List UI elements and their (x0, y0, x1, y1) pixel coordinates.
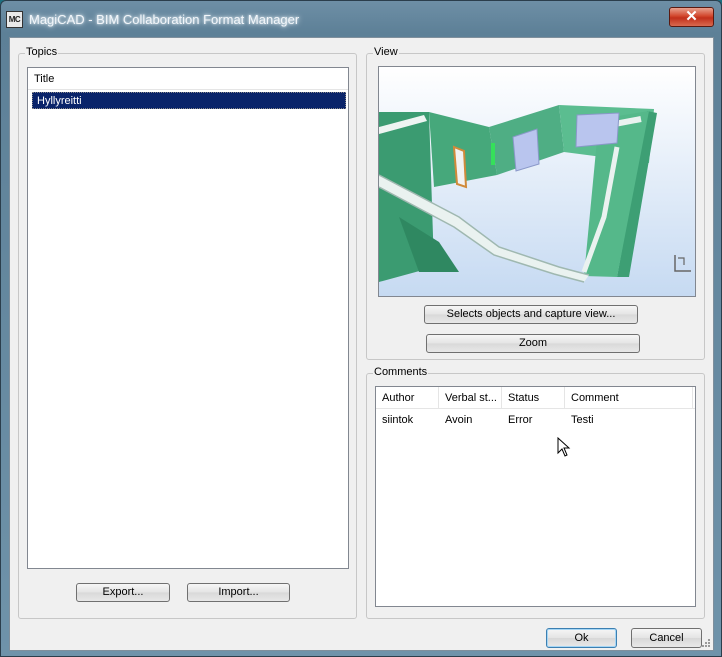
ok-button[interactable]: Ok (546, 628, 617, 648)
view-group: View Selects objects and capture view...… (366, 46, 705, 360)
capture-view-button[interactable]: Selects objects and capture view... (424, 305, 638, 324)
comments-group: Comments Author Verbal st... Status Comm… (366, 366, 705, 619)
topics-legend: Topics (25, 46, 59, 58)
table-row[interactable]: siintok Avoin Error Testi (376, 387, 695, 431)
cell-verbal-status: Avoin (445, 414, 473, 426)
comments-legend: Comments (373, 366, 429, 378)
title-bar[interactable]: MC MagiCAD - BIM Collaboration Format Ma… (1, 1, 721, 35)
view-snapshot (378, 66, 696, 297)
topics-list[interactable]: Title Hyllyreitti (27, 67, 349, 569)
cell-status: Error (508, 414, 533, 426)
dialog-window: MC MagiCAD - BIM Collaboration Format Ma… (0, 0, 722, 657)
resize-grip-icon[interactable] (701, 638, 711, 648)
cell-author: siintok (382, 414, 414, 426)
cell-comment: Testi (571, 414, 594, 426)
model-snapshot-image (379, 67, 695, 296)
view-legend: View (373, 46, 399, 58)
topics-list-header: Title (28, 68, 348, 90)
close-icon: ✕ (685, 8, 698, 25)
topics-group: Topics Title Hyllyreitti Export... Impor… (18, 46, 357, 619)
window-title: MagiCAD - BIM Collaboration Format Manag… (29, 12, 300, 27)
topic-item-selected[interactable]: Hyllyreitti (32, 92, 346, 109)
comments-list[interactable]: Author Verbal st... Status Comment siint… (375, 386, 696, 607)
zoom-button[interactable]: Zoom (426, 334, 640, 353)
close-button[interactable]: ✕ (669, 7, 714, 27)
import-button[interactable]: Import... (187, 583, 290, 602)
cancel-button[interactable]: Cancel (631, 628, 702, 648)
mouse-cursor-icon (557, 437, 571, 457)
dialog-client: Topics Title Hyllyreitti Export... Impor… (9, 37, 714, 651)
column-header-title[interactable]: Title (28, 68, 348, 90)
app-icon: MC (6, 11, 23, 28)
export-button[interactable]: Export... (76, 583, 170, 602)
